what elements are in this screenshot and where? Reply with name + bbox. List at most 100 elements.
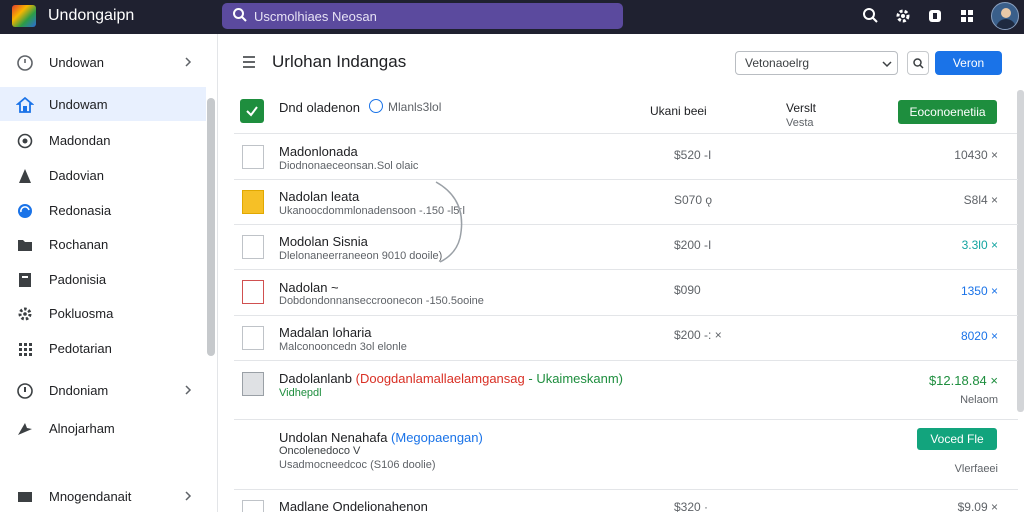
- loading-arc-icon: [435, 181, 463, 263]
- row-price: $200 -I: [674, 238, 712, 252]
- file-thumbnail: [242, 280, 264, 304]
- row-amount[interactable]: 3.3l0 ×: [962, 238, 998, 252]
- row-amount[interactable]: 1350 ×: [961, 284, 998, 298]
- menu-list-icon[interactable]: [240, 53, 258, 71]
- row-title: Modolan Sisnia: [279, 234, 368, 249]
- search-input[interactable]: [254, 6, 614, 26]
- row-title-text: Dadolanlanb: [279, 371, 353, 386]
- primary-action-button[interactable]: Veron: [935, 51, 1002, 75]
- main-scrollbar[interactable]: [1017, 90, 1024, 412]
- list-item[interactable]: Madlane Ondelionahenon $320 · $9.09 ×: [234, 490, 1018, 512]
- search-icon[interactable]: [861, 6, 881, 26]
- sidebar-item-label: Dadovian: [49, 168, 104, 183]
- list-header-count: Mlanls3lol: [388, 100, 442, 114]
- document-icon: [19, 273, 31, 287]
- sidebar-item-pedotarian[interactable]: Pedotarian: [0, 331, 206, 365]
- row-price: $520 -I: [674, 148, 712, 162]
- sidebar-item-label: Rochanan: [49, 237, 109, 252]
- list-item[interactable]: Madalan loharia Malconooncedn 3ol elonle…: [234, 316, 1018, 361]
- file-thumbnail: [242, 500, 264, 512]
- sidebar-item-padonisia[interactable]: Padonisia: [0, 262, 206, 296]
- row-subtitle: Malconooncedn 3ol elonle: [279, 341, 407, 353]
- sidebar: Undowan Undowam Madondan Dadovian Redona…: [0, 34, 218, 512]
- app-logo[interactable]: [12, 5, 36, 27]
- row-amount[interactable]: S8l4 ×: [964, 193, 998, 207]
- sidebar-item-redonasia[interactable]: Redonasia: [0, 193, 206, 227]
- chevron-right-icon: [185, 57, 192, 67]
- list-item[interactable]: Nadolan leata Ukanoocdommlonadensoon -.1…: [234, 180, 1018, 225]
- app-title: Undongaipn: [48, 7, 135, 24]
- arrow-icon: [18, 423, 32, 435]
- row-amount[interactable]: $12.18.84 ×: [929, 373, 998, 388]
- list-item[interactable]: Nadolan ~ Dobdondonnanseccroonecon -150.…: [234, 270, 1018, 316]
- sidebar-item-pokluosma[interactable]: Pokluosma: [0, 296, 206, 330]
- image-icon: [18, 492, 32, 502]
- list-item[interactable]: Dadolanlanb (Doogdanlamallaelamgansag - …: [234, 361, 1018, 420]
- home-icon: [16, 96, 34, 113]
- sidebar-item-undowam[interactable]: Undowam: [0, 87, 206, 121]
- avatar-head: [1001, 8, 1011, 18]
- list-item[interactable]: Undolan Nenahafa (Megopaengan) Oncolened…: [234, 420, 1018, 490]
- view-select[interactable]: Vetonaoelrg: [735, 51, 898, 75]
- list-item[interactable]: Modolan Sisnia Dlelonaneerraneeon 9010 d…: [234, 225, 1018, 270]
- view-select-value: Vetonaoelrg: [745, 56, 810, 70]
- file-thumbnail: [242, 190, 264, 214]
- row-title: Madlane Ondelionahenon: [279, 499, 428, 512]
- row-amount[interactable]: $9.09 ×: [958, 500, 998, 512]
- row-subtitle: Oncolenedoco V: [279, 445, 361, 457]
- file-thumbnail: [242, 372, 264, 396]
- apps-grid-icon[interactable]: [957, 6, 977, 26]
- grid-icon: [19, 343, 32, 356]
- column-header-version[interactable]: Verslt: [786, 101, 816, 115]
- sidebar-item-undowan[interactable]: Undowan: [0, 45, 206, 79]
- file-thumbnail: [242, 326, 264, 350]
- top-bar: Undongaipn: [0, 0, 1024, 34]
- row-title: Madalan loharia: [279, 325, 372, 340]
- gear-icon[interactable]: [893, 6, 913, 26]
- chevron-down-icon: [882, 61, 892, 68]
- notifications-icon[interactable]: [925, 6, 945, 26]
- search-icon: [233, 8, 247, 22]
- row-note: Vlerfaeei: [954, 463, 998, 475]
- column-header-price[interactable]: Ukani beei: [650, 104, 707, 118]
- sidebar-item-label: Madondan: [49, 133, 111, 148]
- list-action-button[interactable]: Eoconoenetiia: [898, 100, 997, 124]
- user-icon: [19, 169, 31, 183]
- sidebar-item-madondan[interactable]: Madondan: [0, 123, 206, 157]
- row-subtitle[interactable]: Vidhepdl: [279, 387, 322, 399]
- sidebar-item-label: Mnogendanait: [49, 489, 132, 504]
- search-button[interactable]: [907, 51, 929, 75]
- list-item[interactable]: Madonlonada Diodnonaeceonsan.Sol olaic $…: [234, 135, 1018, 180]
- row-title: Dadolanlanb (Doogdanlamallaelamgansag - …: [279, 371, 623, 386]
- sidebar-item-mnogendanait[interactable]: Mnogendanait: [0, 479, 206, 512]
- sidebar-scrollbar[interactable]: [207, 98, 215, 356]
- row-amount[interactable]: 10430 ×: [954, 148, 998, 162]
- row-title: Undolan Nenahafa (Megopaengan): [279, 430, 483, 445]
- column-header-version-sub: Vesta: [786, 117, 814, 129]
- row-note: Nelaom: [960, 394, 998, 406]
- sidebar-item-dadovian[interactable]: Dadovian: [0, 158, 206, 192]
- sidebar-item-dndoniam[interactable]: Dndoniam: [0, 373, 206, 407]
- row-tag-blue: (Megopaengan): [391, 430, 483, 445]
- chevron-right-icon: [185, 491, 192, 501]
- folder-icon: [18, 240, 32, 251]
- sidebar-item-rochanan[interactable]: Rochanan: [0, 227, 206, 261]
- info-circle-icon: [17, 383, 33, 399]
- search-bar[interactable]: [222, 3, 623, 29]
- page-title: Urlohan Indangas: [272, 52, 407, 71]
- avatar[interactable]: [991, 2, 1019, 30]
- sidebar-item-label: Alnojarham: [49, 421, 115, 436]
- row-action-button[interactable]: Voced Fle: [917, 428, 997, 450]
- row-amount[interactable]: 8020 ×: [961, 329, 998, 343]
- row-price: $320 ·: [674, 500, 709, 512]
- info-badge-icon: [369, 99, 383, 113]
- select-all-checkbox[interactable]: [240, 99, 264, 123]
- row-title: Nadolan leata: [279, 189, 360, 204]
- list-header: Dnd oladenon Mlanls3lol Ukani beei Versl…: [234, 90, 1018, 134]
- chevron-right-icon: [185, 385, 192, 395]
- target-icon: [17, 133, 33, 149]
- sidebar-item-alnojarham[interactable]: Alnojarham: [0, 411, 206, 445]
- row-title: Madonlonada: [279, 144, 358, 159]
- row-tag-red: (Doogdanlamallaelamgansag: [355, 371, 525, 386]
- file-thumbnail: [242, 145, 264, 169]
